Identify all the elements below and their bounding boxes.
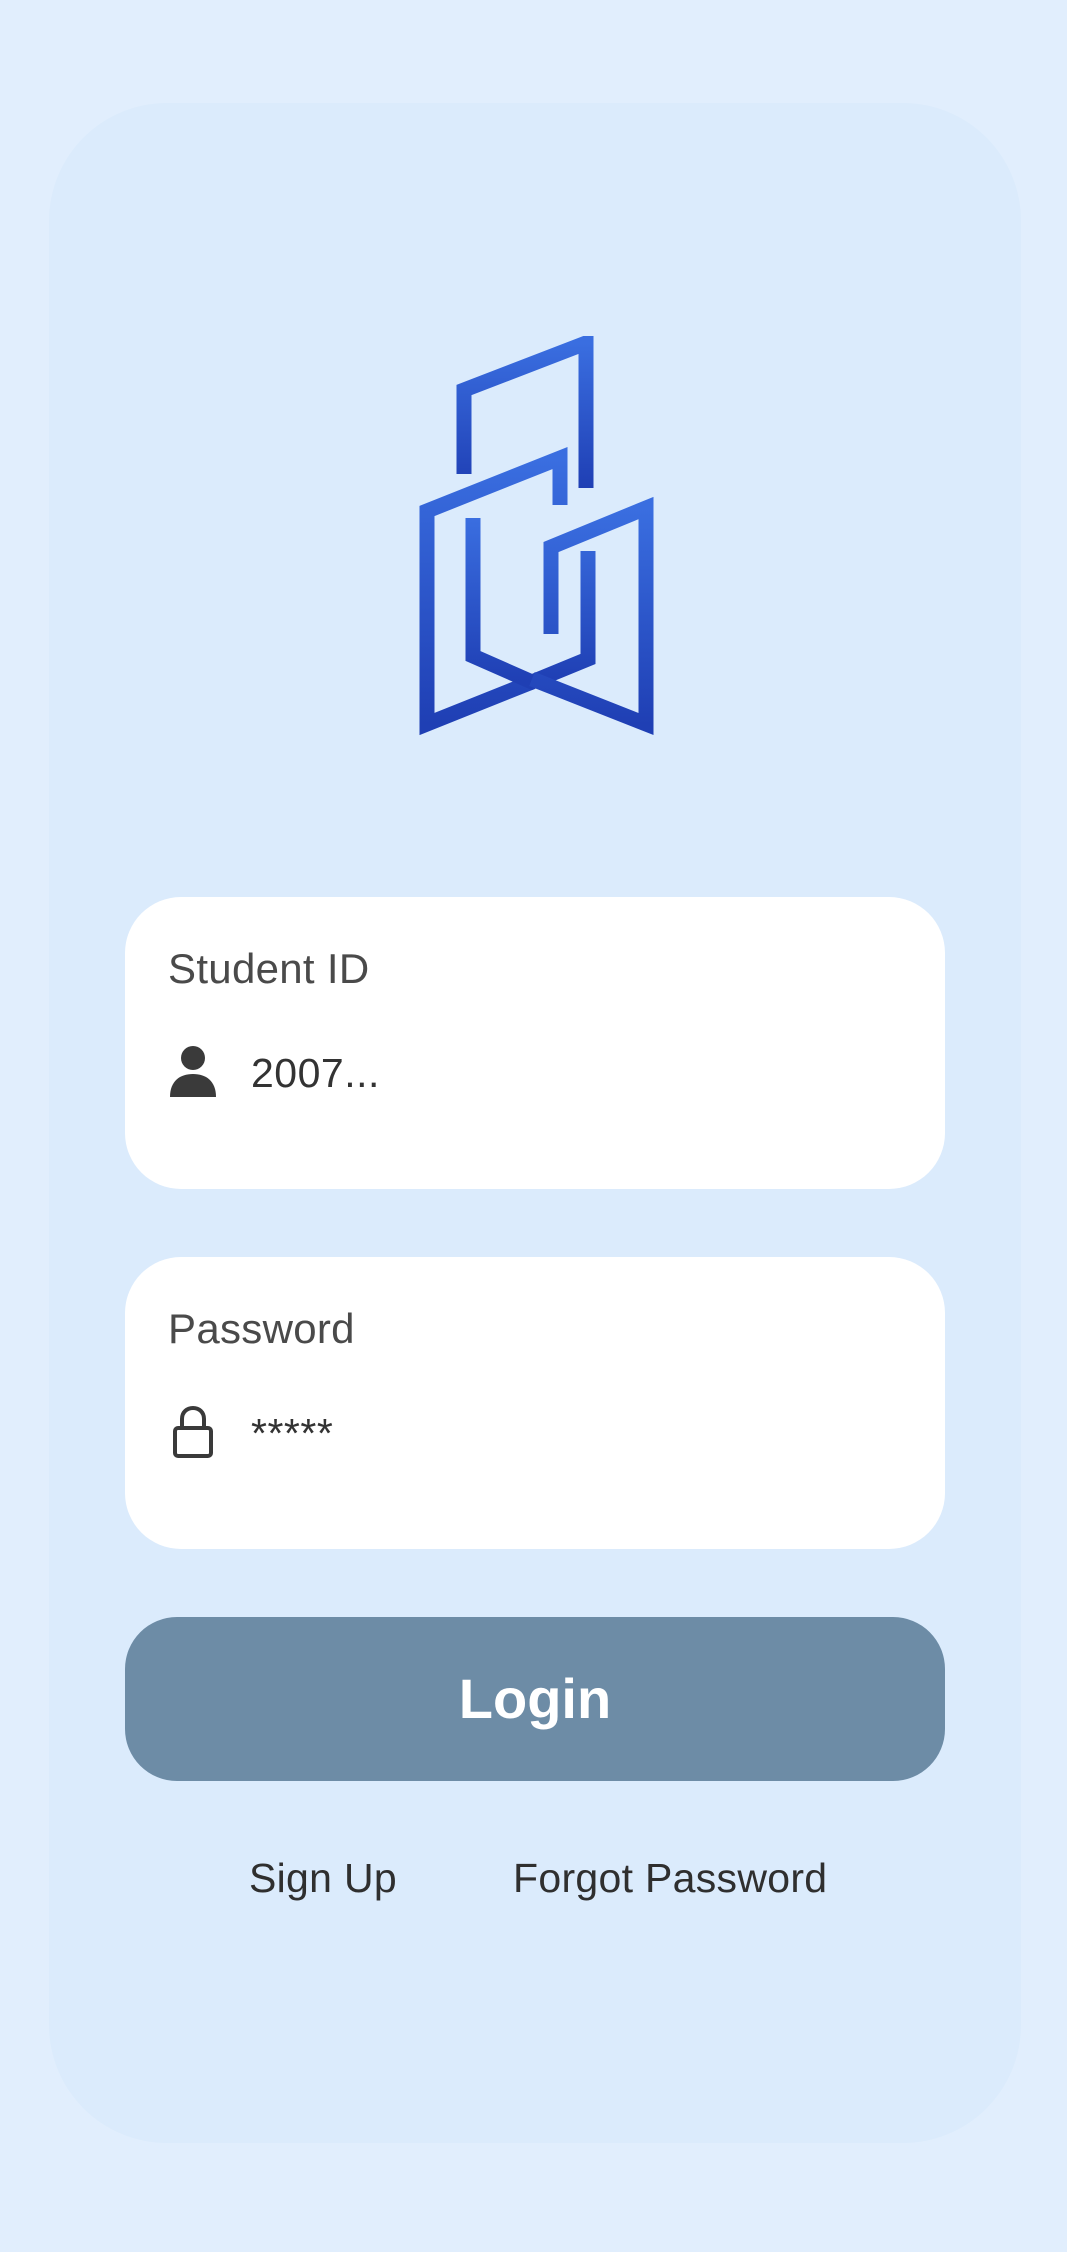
- building-logo-icon: [405, 336, 665, 742]
- password-input[interactable]: *****: [251, 1410, 333, 1457]
- sign-up-link[interactable]: Sign Up: [249, 1855, 397, 1902]
- student-id-field[interactable]: Student ID 2007...: [125, 897, 945, 1189]
- student-id-input[interactable]: 2007...: [251, 1050, 380, 1097]
- password-label: Password: [168, 1305, 355, 1352]
- forgot-password-link[interactable]: Forgot Password: [513, 1855, 827, 1902]
- person-icon: [168, 1043, 218, 1101]
- password-field[interactable]: Password *****: [125, 1257, 945, 1549]
- login-button[interactable]: Login: [125, 1617, 945, 1781]
- student-id-label: Student ID: [168, 945, 370, 992]
- lock-icon: [168, 1403, 218, 1461]
